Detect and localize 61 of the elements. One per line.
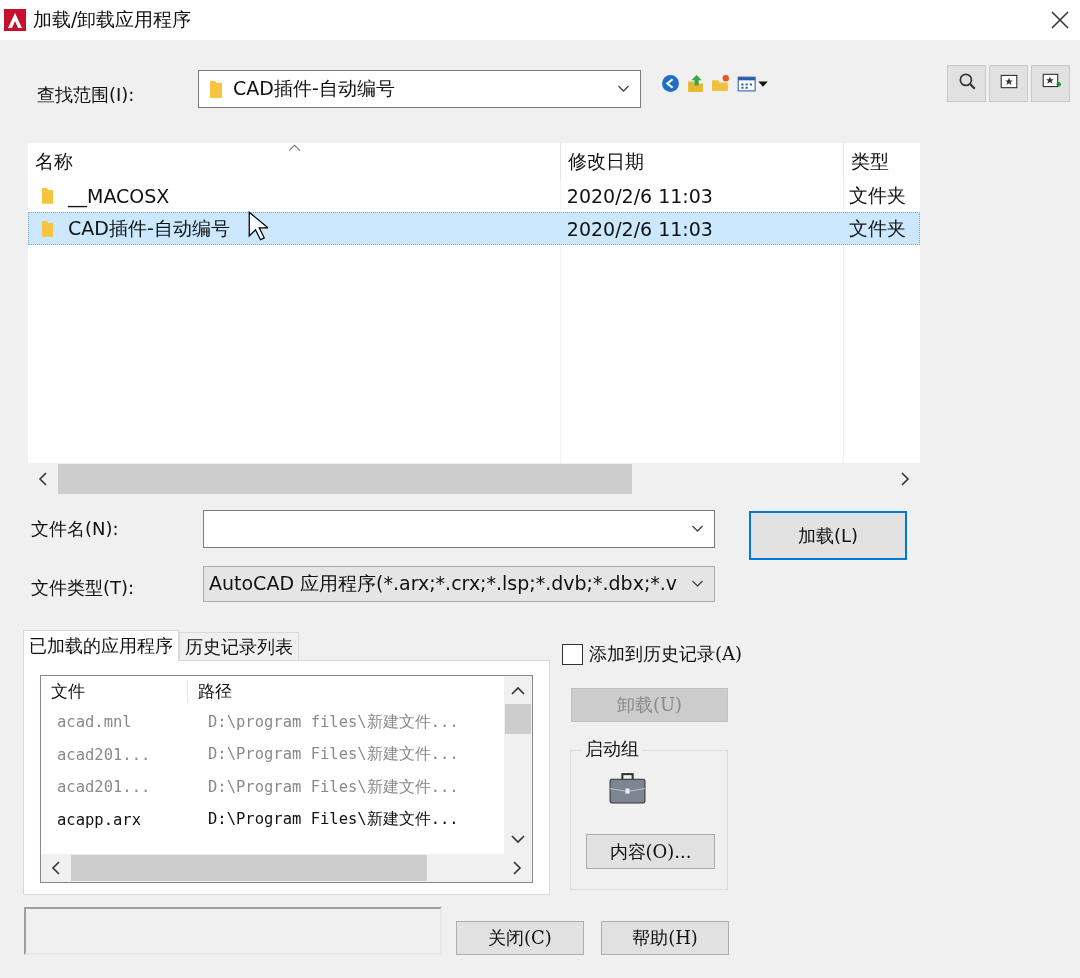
search-web-button[interactable]: [947, 64, 986, 102]
modified-date: 2020/2/6 11:03: [565, 216, 714, 242]
scroll-right-icon[interactable]: [512, 861, 522, 875]
group-title: 启动组: [581, 737, 643, 761]
column-header[interactable]: 修改日期: [560, 143, 843, 179]
file-row[interactable]: CAD插件-自动编号 2020/2/6 11:03 文件夹: [28, 212, 920, 245]
mouse-cursor-icon: [248, 211, 268, 241]
scroll-left-icon[interactable]: [51, 861, 61, 875]
scroll-thumb[interactable]: [505, 704, 531, 734]
scroll-down-icon[interactable]: [511, 834, 525, 844]
file-type: 文件夹: [848, 182, 908, 208]
app-file-name: acad201...: [56, 745, 152, 764]
horizontal-scrollbar[interactable]: [41, 854, 532, 882]
file-name: CAD插件-自动编号: [68, 215, 230, 241]
sort-caret-icon: [288, 144, 301, 152]
app-path: D:\Program Files\新建文件...: [207, 809, 460, 831]
new-folder-icon[interactable]: [711, 73, 730, 93]
file-type-label: 文件类型(T):: [31, 575, 136, 600]
contents-button[interactable]: 内容(O)...: [586, 834, 715, 869]
chevron-down-icon: [617, 85, 630, 93]
look-in-label: 查找范围(I):: [37, 83, 136, 107]
briefcase-icon: [609, 773, 646, 804]
back-icon[interactable]: [661, 73, 680, 93]
app-path: D:\Program Files\新建文件...: [207, 744, 460, 766]
column-header[interactable]: 类型: [843, 143, 920, 179]
window-title: 加载/卸载应用程序: [33, 7, 192, 32]
folder-icon: [41, 219, 54, 238]
up-folder-icon[interactable]: [686, 73, 705, 93]
file-type: 文件夹: [848, 215, 908, 241]
add-favorite-button[interactable]: [1031, 64, 1070, 102]
app-file-name: acapp.arx: [56, 810, 142, 829]
app-path: D:\Program Files\新建文件...: [207, 776, 460, 798]
file-name: __MACOSX: [68, 184, 170, 207]
folder-icon: [41, 186, 54, 205]
scroll-up-icon[interactable]: [511, 686, 525, 696]
folder-icon: [209, 79, 223, 99]
close-icon[interactable]: [1050, 10, 1070, 30]
file-name-field[interactable]: [203, 510, 715, 548]
favorites-button[interactable]: [989, 64, 1028, 102]
chevron-down-icon: [691, 525, 704, 533]
app-file-name: acad201...: [56, 778, 152, 797]
scroll-right-icon[interactable]: [900, 472, 910, 486]
load-button[interactable]: 加载(L): [749, 511, 907, 560]
dialog-button[interactable]: 关闭(C): [456, 921, 584, 955]
modified-date: 2020/2/6 11:03: [565, 183, 714, 209]
file-type-dropdown[interactable]: AutoCAD 应用程序(*.arx;*.crx;*.lsp;*.dvb;*.dbx;*.v: [203, 566, 715, 602]
app-logo-icon: [4, 9, 26, 31]
app-path: D:\program files\新建文件...: [207, 711, 460, 733]
column-header[interactable]: 名称: [28, 143, 560, 179]
tab[interactable]: 已加载的应用程序: [23, 630, 179, 661]
chevron-down-icon: [691, 580, 704, 588]
column-header[interactable]: 文件: [41, 679, 187, 703]
app-file-name: acad.mnl: [56, 713, 133, 732]
look-in-dropdown[interactable]: CAD插件-自动编号: [198, 70, 641, 108]
file-row[interactable]: __MACOSX 2020/2/6 11:03 文件夹: [28, 179, 920, 212]
dialog-button[interactable]: 帮助(H): [601, 921, 729, 955]
file-name-label: 文件名(N):: [31, 517, 120, 541]
vertical-scrollbar[interactable]: [504, 676, 532, 854]
checkbox[interactable]: [562, 643, 583, 665]
tab[interactable]: 历史记录列表: [179, 632, 299, 660]
scroll-left-icon[interactable]: [38, 472, 48, 486]
